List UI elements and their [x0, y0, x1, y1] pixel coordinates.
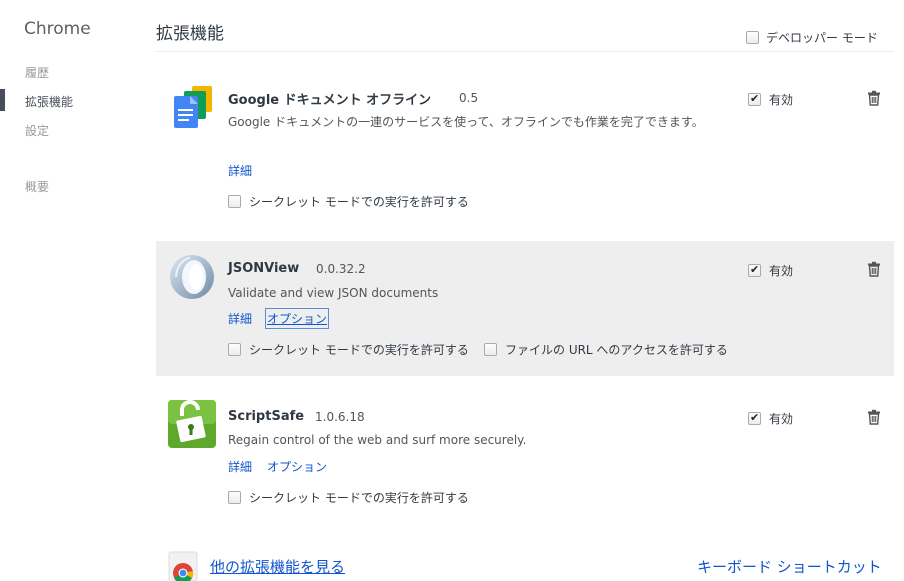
extension-name: Google ドキュメント オフライン	[228, 93, 432, 108]
enabled-label: 有効	[769, 412, 794, 426]
extension-description: Regain control of the web and surf more …	[228, 433, 527, 447]
extension-version: 1.0.6.18	[315, 410, 365, 424]
extension-name: ScriptSafe	[228, 409, 305, 424]
enabled-checkbox[interactable]	[748, 263, 761, 277]
more-extensions-link[interactable]: 他の拡張機能を見る	[210, 556, 345, 577]
incognito-checkbox[interactable]	[228, 491, 241, 504]
enabled-toggle[interactable]: 有効	[748, 410, 793, 427]
options-link[interactable]: オプション	[264, 308, 330, 329]
scriptsafe-lock-icon	[168, 400, 216, 448]
options-link[interactable]: オプション	[267, 458, 327, 475]
incognito-option[interactable]: シークレット モードでの実行を許可する	[228, 341, 469, 358]
trash-icon[interactable]	[866, 409, 882, 425]
incognito-label: シークレット モードでの実行を許可する	[249, 491, 469, 505]
details-link[interactable]: 詳細	[228, 310, 252, 327]
enabled-toggle[interactable]: 有効	[748, 91, 793, 108]
extension-item-google-docs: Google ドキュメント オフライン 0.5 Google ドキュメントの一連…	[156, 72, 894, 230]
enabled-toggle[interactable]: 有効	[748, 262, 793, 279]
incognito-label: シークレット モードでの実行を許可する	[249, 343, 469, 357]
selected-nav-marker	[0, 89, 5, 111]
page-title: 拡張機能	[156, 24, 224, 44]
sidebar-title: Chrome	[24, 19, 91, 39]
file-access-checkbox[interactable]	[484, 343, 497, 356]
trash-icon[interactable]	[866, 90, 882, 106]
sidebar-item-settings[interactable]: 設定	[25, 122, 49, 139]
developer-mode-label: デベロッパー モード	[766, 31, 878, 45]
details-link[interactable]: 詳細	[228, 458, 252, 475]
file-access-label: ファイルの URL へのアクセスを許可する	[505, 343, 728, 357]
google-docs-icon	[174, 86, 212, 128]
enabled-checkbox[interactable]	[748, 411, 761, 425]
sidebar: Chrome 履歴 拡張機能 設定 概要	[0, 0, 144, 581]
enabled-label: 有効	[769, 264, 794, 278]
extension-name: JSONView	[228, 261, 300, 276]
sidebar-item-extensions[interactable]: 拡張機能	[25, 93, 73, 110]
incognito-option[interactable]: シークレット モードでの実行を許可する	[228, 489, 469, 506]
extension-version: 0.0.32.2	[316, 262, 366, 276]
sidebar-item-about[interactable]: 概要	[25, 178, 49, 195]
incognito-checkbox[interactable]	[228, 195, 241, 208]
extension-description: Google ドキュメントの一連のサービスを使って、オフラインでも作業を完了でき…	[228, 115, 704, 129]
keyboard-shortcuts-link[interactable]: キーボード ショートカット	[697, 556, 882, 577]
enabled-label: 有効	[769, 93, 794, 107]
details-link[interactable]: 詳細	[228, 162, 252, 179]
file-access-option[interactable]: ファイルの URL へのアクセスを許可する	[484, 341, 728, 358]
enabled-checkbox[interactable]	[748, 92, 761, 106]
extension-item-jsonview: JSONView 0.0.32.2 Validate and view JSON…	[156, 241, 894, 376]
incognito-label: シークレット モードでの実行を許可する	[249, 195, 469, 209]
incognito-option[interactable]: シークレット モードでの実行を許可する	[228, 193, 469, 210]
incognito-checkbox[interactable]	[228, 343, 241, 356]
sidebar-item-history[interactable]: 履歴	[25, 64, 49, 81]
extension-version: 0.5	[459, 91, 479, 105]
extension-description: Validate and view JSON documents	[228, 286, 439, 300]
jsonview-icon	[170, 255, 214, 299]
extension-item-scriptsafe: ScriptSafe 1.0.6.18 Regain control of th…	[156, 388, 894, 523]
developer-mode-toggle[interactable]: デベロッパー モード	[746, 29, 878, 46]
trash-icon[interactable]	[866, 261, 882, 277]
chrome-web-store-icon	[168, 551, 198, 581]
developer-mode-checkbox[interactable]	[746, 31, 759, 44]
header-divider	[156, 51, 894, 52]
